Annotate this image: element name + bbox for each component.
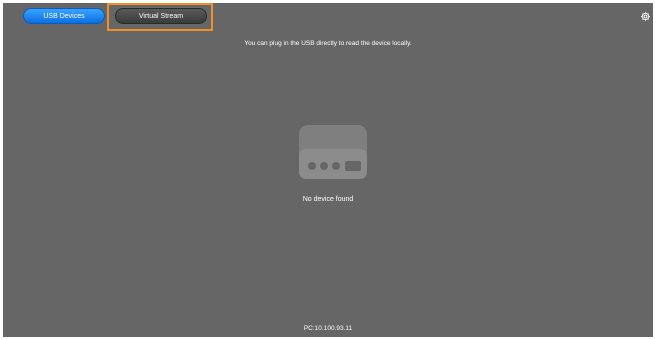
tab-virtual-stream[interactable]: Virtual Stream [115,8,207,24]
tab-usb-devices[interactable]: USB Devices [23,8,105,24]
usb-hint-text: You can plug in the USB directly to read… [244,40,412,47]
no-device-status: No device found [302,196,354,203]
app-window: USB Devices Virtual Stream You can plug … [3,3,653,337]
storage-device-icon [299,125,367,179]
pc-address: PC:10.100.93.11 [303,325,353,332]
tab-usb-devices-label: USB Devices [43,12,85,20]
tab-bar: USB Devices Virtual Stream [23,8,207,24]
tab-virtual-stream-label: Virtual Stream [138,12,184,20]
gear-icon[interactable] [640,11,651,22]
